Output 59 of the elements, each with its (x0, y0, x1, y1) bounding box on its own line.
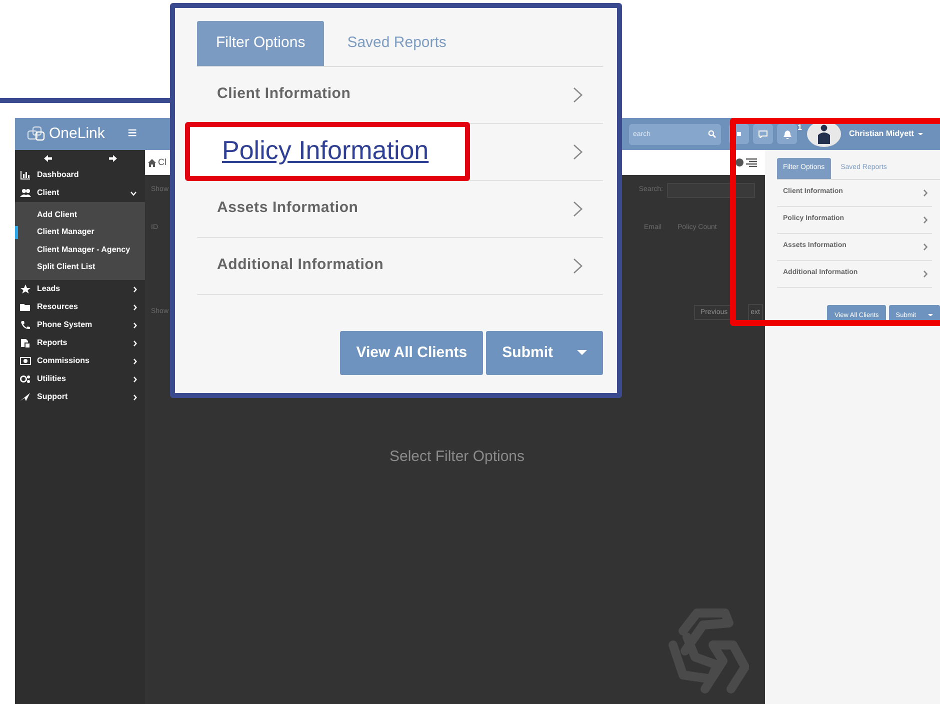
gears-icon (20, 374, 31, 384)
chat-icon (758, 130, 768, 138)
submenu-item[interactable]: Add Client (15, 206, 145, 224)
sidebar-item[interactable]: Reports (15, 334, 145, 352)
chart-icon (20, 170, 31, 180)
arrow-left-icon (44, 154, 52, 162)
plane-icon (20, 392, 31, 402)
sidebar-item[interactable]: Dashboard (15, 166, 145, 184)
submenu-item[interactable]: Client Manager - Agency (15, 241, 145, 258)
breadcrumb-text[interactable]: Cl (158, 156, 166, 170)
chevron-right-icon (573, 258, 583, 274)
chevron-right-icon (923, 188, 928, 196)
chevron-right-icon (923, 242, 928, 250)
star-icon (20, 284, 31, 294)
sidebar-item[interactable]: Client (15, 184, 145, 202)
caret-down-icon (928, 314, 933, 316)
chat-button[interactable] (753, 124, 773, 144)
section-label: Assets Information (217, 198, 358, 218)
chevron-right-icon (573, 200, 583, 216)
empty-message: Select Filter Options (388, 447, 526, 468)
search-icon (708, 130, 716, 138)
chevron-right-icon (923, 270, 928, 278)
caret-down-icon (918, 132, 923, 136)
section-label: Additional Information (217, 255, 384, 276)
chevron-right-icon (923, 216, 928, 224)
submenu-item[interactable]: Split Client List (15, 258, 145, 276)
table-search-field[interactable] (667, 183, 755, 198)
person-silhouette-icon (818, 124, 830, 144)
view-all-button[interactable]: View All Clients (340, 330, 484, 375)
phone-icon (20, 320, 31, 330)
home-icon (148, 158, 156, 166)
square-icon (737, 132, 741, 136)
users-icon (20, 188, 31, 198)
chevron-right-icon (573, 86, 583, 102)
logo-icon (27, 126, 45, 142)
document-icon (20, 338, 31, 348)
sidebar-item[interactable]: Leads (15, 280, 145, 298)
logo-text: OneLink (49, 124, 105, 144)
menu-toggle[interactable]: ≡ (128, 122, 137, 146)
submit-button[interactable]: Submit (486, 330, 603, 375)
arrow-right-icon (108, 154, 116, 162)
sidebar-item[interactable]: Phone System (15, 316, 145, 334)
bell-icon (782, 130, 792, 138)
sidebar-item[interactable]: Commissions (15, 352, 145, 370)
highlighted-link[interactable]: Policy Information (185, 122, 470, 181)
submenu-item[interactable]: Client Manager (15, 224, 145, 241)
section-label: Client Information (217, 84, 351, 104)
sidebar-item[interactable]: Utilities (15, 370, 145, 388)
chevron-right-icon (573, 144, 583, 160)
tab[interactable]: Filter Options (197, 21, 324, 66)
sidebar-item[interactable]: Support (15, 388, 145, 406)
list-icon (746, 158, 757, 167)
circle-icon (735, 158, 744, 167)
sidebar-item[interactable]: Resources (15, 298, 145, 316)
money-icon (20, 356, 31, 366)
folder-icon (20, 302, 31, 312)
caret-down-icon (577, 350, 587, 356)
user-name[interactable]: Christian Midyett (849, 128, 914, 140)
notification-count: 1 (798, 124, 802, 132)
